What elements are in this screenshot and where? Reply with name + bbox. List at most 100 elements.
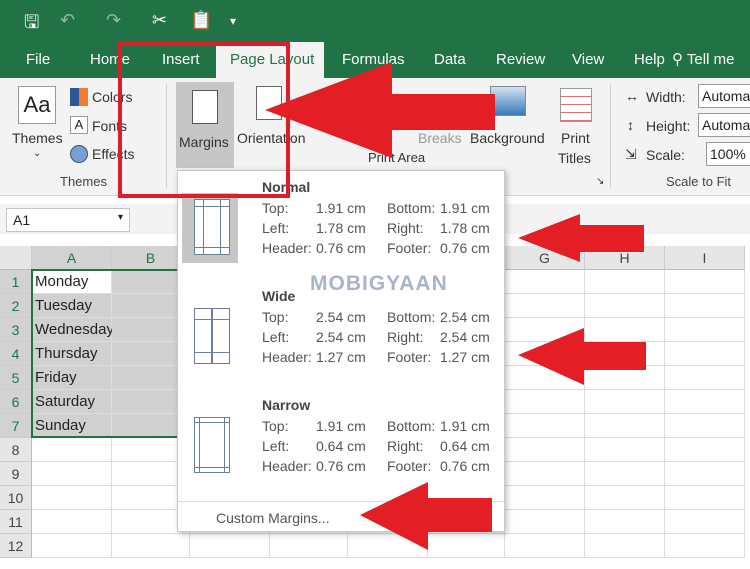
undo-icon[interactable]: ↶	[60, 10, 75, 31]
cell[interactable]: Friday	[32, 366, 112, 390]
customize-icon[interactable]: ▾	[230, 14, 236, 28]
cell[interactable]	[585, 366, 665, 390]
tab-file[interactable]: File	[18, 42, 58, 78]
cell[interactable]	[348, 534, 428, 558]
breaks-button[interactable]: Breaks	[418, 130, 462, 146]
column-header[interactable]: G	[505, 246, 585, 270]
height-select[interactable]: Automatic	[698, 113, 750, 137]
cell[interactable]	[665, 486, 745, 510]
cell[interactable]	[665, 438, 745, 462]
cell[interactable]	[505, 486, 585, 510]
column-header[interactable]: A	[32, 246, 112, 270]
cell[interactable]	[585, 414, 665, 438]
scale-input[interactable]: 100%	[706, 142, 750, 166]
background-button[interactable]: Background	[470, 130, 545, 146]
cell[interactable]	[585, 390, 665, 414]
cell[interactable]	[665, 270, 745, 294]
row-header[interactable]: 4	[0, 342, 32, 366]
cell[interactable]	[32, 486, 112, 510]
tell-me[interactable]: ⚲ Tell me	[672, 42, 734, 78]
margin-option-narrow[interactable]: Narrow Top: 1.91 cm Bottom: 1.91 cm Left: …	[178, 393, 504, 493]
cell[interactable]	[665, 414, 745, 438]
tab-formulas[interactable]: Formulas	[334, 42, 413, 78]
row-header[interactable]: 1	[0, 270, 32, 294]
select-all[interactable]	[0, 246, 32, 270]
cell[interactable]	[505, 342, 585, 366]
cell[interactable]	[585, 294, 665, 318]
cell[interactable]	[505, 438, 585, 462]
print-titles-button[interactable]: Print	[561, 130, 590, 146]
cell[interactable]	[665, 510, 745, 534]
cell[interactable]	[505, 294, 585, 318]
row-header[interactable]: 7	[0, 414, 32, 438]
cell[interactable]: Monday	[32, 270, 112, 294]
cell[interactable]	[32, 534, 112, 558]
row-header[interactable]: 9	[0, 462, 32, 486]
cell[interactable]	[505, 414, 585, 438]
cell[interactable]	[505, 318, 585, 342]
cell[interactable]	[505, 390, 585, 414]
cell[interactable]: Sunday	[32, 414, 112, 438]
cell[interactable]	[190, 534, 270, 558]
row-header[interactable]: 3	[0, 318, 32, 342]
cell[interactable]: Saturday	[32, 390, 112, 414]
row-header[interactable]: 6	[0, 390, 32, 414]
margins-button[interactable]: Margins	[176, 82, 234, 168]
cell[interactable]	[505, 534, 585, 558]
fonts-button[interactable]: Fonts	[92, 118, 127, 134]
cell[interactable]	[585, 510, 665, 534]
cut-icon[interactable]: ✂	[152, 10, 167, 31]
redo-icon[interactable]: ↷	[106, 10, 121, 31]
cell[interactable]	[665, 318, 745, 342]
dialog-launcher-icon[interactable]: ↘	[596, 176, 604, 187]
margin-option-normal[interactable]: Normal Top: 1.91 cm Bottom: 1.91 cm Left: …	[178, 175, 504, 275]
cell[interactable]: Tuesday	[32, 294, 112, 318]
row-header[interactable]: 12	[0, 534, 32, 558]
tab-help[interactable]: Help	[626, 42, 673, 78]
column-header[interactable]: H	[585, 246, 665, 270]
cell[interactable]	[585, 534, 665, 558]
effects-button[interactable]: Effects	[92, 146, 135, 162]
orientation-button[interactable]: Orientation	[237, 130, 305, 146]
custom-margins-button[interactable]: Custom Margins...	[178, 501, 504, 531]
row-header[interactable]: 5	[0, 366, 32, 390]
tab-view[interactable]: View	[564, 42, 612, 78]
cell[interactable]	[665, 534, 745, 558]
cell[interactable]	[270, 534, 348, 558]
row-header[interactable]: 2	[0, 294, 32, 318]
cell[interactable]	[585, 462, 665, 486]
cell[interactable]	[665, 390, 745, 414]
cell[interactable]	[665, 366, 745, 390]
cell[interactable]	[505, 462, 585, 486]
cell[interactable]	[665, 342, 745, 366]
cell[interactable]	[585, 318, 665, 342]
cell[interactable]	[585, 342, 665, 366]
cell[interactable]	[585, 486, 665, 510]
width-select[interactable]: Automatic	[698, 84, 750, 108]
colors-button[interactable]: Colors	[92, 89, 132, 105]
cell[interactable]	[505, 510, 585, 534]
cell[interactable]	[665, 462, 745, 486]
column-header[interactable]: I	[665, 246, 745, 270]
cell[interactable]	[585, 270, 665, 294]
row-header[interactable]: 10	[0, 486, 32, 510]
paste-icon[interactable]: 📋	[190, 10, 212, 31]
cell[interactable]	[665, 294, 745, 318]
cell[interactable]	[505, 270, 585, 294]
cell[interactable]	[112, 534, 190, 558]
tab-home[interactable]: Home	[82, 42, 138, 78]
cell[interactable]	[32, 462, 112, 486]
cell[interactable]: Wednesday	[32, 318, 114, 342]
themes-button[interactable]: Themes	[12, 130, 63, 146]
tab-review[interactable]: Review	[488, 42, 553, 78]
cell[interactable]: Thursday	[32, 342, 112, 366]
name-box[interactable]: A1 ▾	[6, 208, 130, 232]
row-header[interactable]: 8	[0, 438, 32, 462]
row-header[interactable]: 11	[0, 510, 32, 534]
cell[interactable]	[32, 438, 112, 462]
margin-option-wide[interactable]: Wide Top: 2.54 cm Bottom: 2.54 cm Left: 2.…	[178, 284, 504, 384]
tab-page-layout[interactable]: Page Layout	[216, 42, 324, 78]
cell[interactable]	[585, 438, 665, 462]
tab-insert[interactable]: Insert	[154, 42, 208, 78]
cell[interactable]	[428, 534, 505, 558]
